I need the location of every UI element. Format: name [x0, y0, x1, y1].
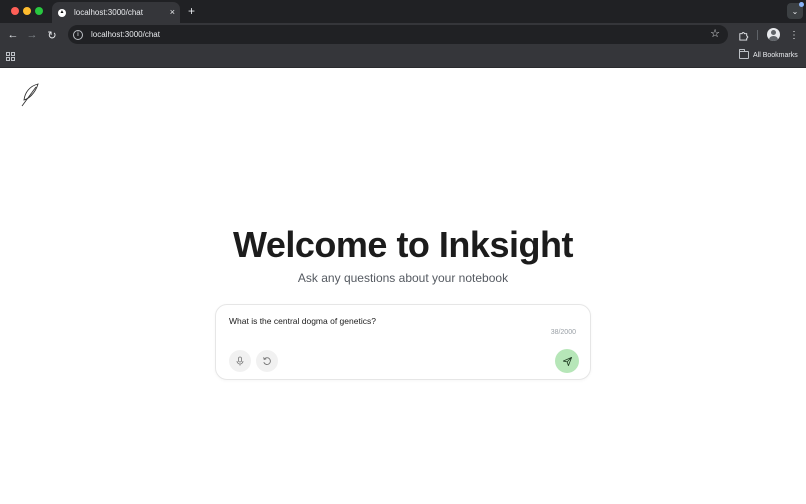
new-tab-icon[interactable]: + — [188, 3, 195, 19]
microphone-button[interactable] — [229, 350, 251, 372]
reload-icon[interactable]: ↻ — [44, 27, 60, 43]
site-info-icon[interactable]: i — [73, 29, 83, 40]
forward-icon[interactable]: → — [24, 27, 40, 43]
all-bookmarks-label: All Bookmarks — [753, 51, 798, 59]
toolbar-divider — [757, 30, 758, 40]
back-icon[interactable]: ← — [5, 27, 21, 43]
chat-input-card: 38/2000 — [215, 304, 591, 380]
tab-title: localhost:3000/chat — [74, 8, 143, 17]
page-subtitle: Ask any questions about your notebook — [297, 271, 509, 285]
notification-dot — [799, 2, 804, 7]
minimize-window-button[interactable] — [23, 7, 31, 15]
address-bar[interactable]: i localhost:3000/chat ☆ — [68, 25, 728, 44]
feather-icon[interactable] — [16, 80, 46, 110]
close-window-button[interactable] — [11, 7, 19, 15]
reset-button[interactable] — [256, 350, 278, 372]
apps-grid-icon[interactable] — [6, 52, 16, 62]
page-title: Welcome to Inksight — [233, 224, 573, 265]
profile-avatar[interactable] — [767, 28, 780, 41]
folder-icon — [739, 49, 749, 59]
bookmark-star-icon[interactable]: ☆ — [710, 27, 720, 41]
browser-tab-active[interactable]: ▲ localhost:3000/chat × — [52, 2, 180, 23]
extensions-icon[interactable] — [735, 27, 751, 43]
tab-search-button[interactable]: ⌄ — [787, 2, 804, 19]
microphone-icon — [236, 356, 244, 366]
tab-close-icon[interactable]: × — [170, 6, 175, 18]
bookmarks-bar: All Bookmarks — [0, 47, 806, 68]
browser-menu-icon[interactable]: ⋮ — [786, 27, 802, 43]
maximize-window-button[interactable] — [35, 7, 43, 15]
browser-toolbar: ← → ↻ i localhost:3000/chat ☆ ⋮ — [0, 23, 806, 47]
browser-tab-strip: ▲ localhost:3000/chat × + ⌄ — [0, 0, 806, 23]
send-button[interactable] — [555, 349, 579, 373]
chat-input[interactable] — [229, 314, 569, 328]
all-bookmarks-button[interactable]: All Bookmarks — [739, 49, 798, 59]
send-icon — [562, 356, 572, 366]
rotate-ccw-icon — [263, 357, 271, 365]
triangle-favicon-icon: ▲ — [58, 8, 66, 17]
url-text[interactable]: localhost:3000/chat — [91, 30, 160, 39]
chevron-down-icon: ⌄ — [791, 6, 799, 16]
char-count: 38/2000 — [550, 329, 576, 336]
